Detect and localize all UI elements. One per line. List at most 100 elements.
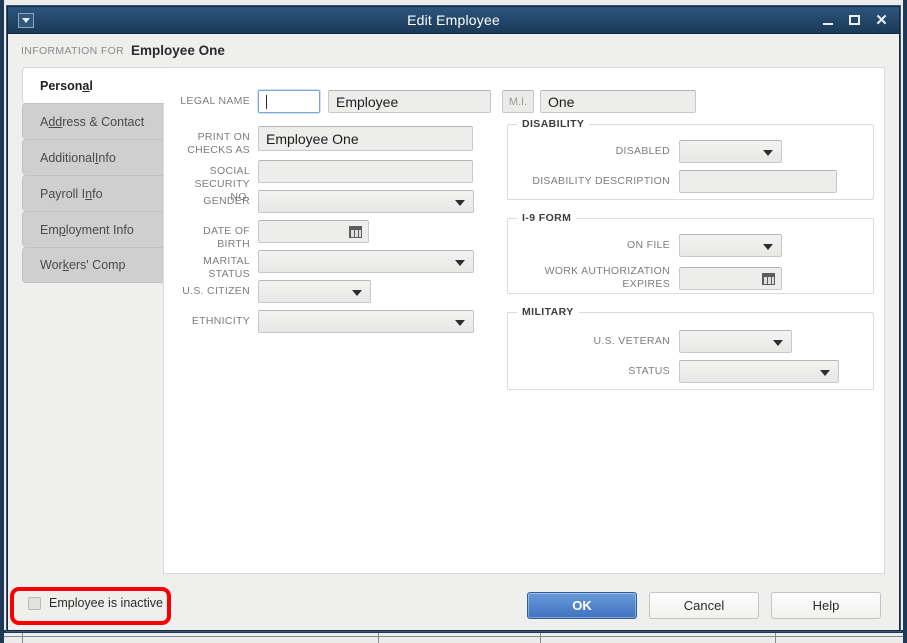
cancel-button[interactable]: Cancel: [649, 592, 759, 619]
military-group: MILITARY U.S. VETERAN STATUS: [507, 306, 874, 390]
tab-accel: a: [82, 78, 90, 93]
first-name-input[interactable]: [258, 90, 320, 113]
disability-description-row: DISABILITY DESCRIPTION: [508, 170, 837, 193]
disability-legend: DISABILITY: [517, 118, 590, 130]
tab-label: A: [40, 114, 49, 129]
window-controls: ✕: [820, 12, 889, 28]
legal-name-row: LEGAL NAME Employee M.I. One: [172, 90, 696, 113]
us-veteran-row: U.S. VETERAN: [508, 330, 792, 353]
us-veteran-select[interactable]: [679, 330, 792, 353]
tab-address-and-contact[interactable]: Add ress & Contact: [22, 103, 167, 139]
tab-rail: Person a l Add ress & Contact Additional In…: [22, 67, 168, 283]
employee-is-inactive-checkbox[interactable]: Employee is inactive: [28, 596, 163, 610]
last-name-input[interactable]: One: [540, 90, 696, 113]
gender-select[interactable]: [258, 190, 474, 213]
employee-name: Employee One: [131, 43, 225, 58]
us-citizen-select[interactable]: [258, 280, 371, 303]
tab-accel: n: [85, 186, 93, 201]
tab-additional-info[interactable]: Additional Info: [22, 139, 167, 175]
tab-label: Person: [40, 78, 83, 93]
tab-label-tail: fo: [92, 186, 103, 201]
chevron-down-icon: [455, 319, 465, 326]
disabled-select[interactable]: [679, 140, 782, 163]
work-authorization-expires-label: WORK AUTHORIZATION EXPIRES: [544, 265, 670, 290]
tab-label: Em: [40, 222, 59, 237]
chevron-down-icon: [820, 369, 830, 376]
chevron-down-icon: [763, 243, 773, 250]
tab-accel: p: [58, 222, 66, 237]
disabled-row: DISABLED: [508, 140, 782, 163]
ethnicity-select[interactable]: [258, 310, 474, 333]
ssn-input[interactable]: [258, 160, 473, 183]
marital-status-select[interactable]: [258, 250, 474, 273]
gender-row: GENDER: [172, 190, 474, 213]
print-on-checks-row: PRINT ON CHECKS AS Employee One: [172, 126, 473, 157]
background-cell-divider: [22, 633, 23, 643]
chevron-down-icon: [22, 17, 30, 23]
middle-initial-label: M.I.: [502, 90, 534, 113]
disability-group: DISABILITY DISABLED DISABILITY DESCRIPTI…: [507, 118, 874, 200]
print-on-checks-input[interactable]: Employee One: [258, 126, 473, 151]
background-cell-divider: [540, 633, 541, 643]
i9-form-legend: I-9 FORM: [517, 212, 577, 224]
disabled-label: DISABLED: [615, 145, 670, 157]
i9-form-group: I-9 FORM ON FILE WORK AUTHORIZATION EXPI…: [507, 212, 874, 294]
tab-accel: dd: [48, 114, 63, 129]
work-authorization-expires-row: WORK AUTHORIZATION EXPIRES: [508, 260, 782, 291]
us-veteran-label: U.S. VETERAN: [593, 335, 670, 347]
i9-on-file-label: ON FILE: [627, 239, 670, 251]
window-title: Edit Employee: [407, 12, 500, 28]
tab-label-tail: ress & Contact: [62, 114, 145, 129]
chevron-down-icon: [773, 339, 783, 346]
legal-name-label: LEGAL NAME: [180, 95, 250, 107]
minimize-icon[interactable]: [820, 12, 835, 28]
information-for-bar: INFORMATION FOR Employee One: [8, 34, 899, 67]
tab-label-tail: ers' Comp: [68, 258, 126, 272]
dialog-buttons: OK Cancel Help: [527, 592, 881, 619]
background-cell-divider: [775, 633, 776, 643]
tab-label-tail: nfo: [98, 150, 116, 165]
date-of-birth-input[interactable]: [258, 220, 369, 243]
i9-on-file-select[interactable]: [679, 234, 782, 257]
middle-name-input[interactable]: Employee: [328, 90, 491, 113]
dialog-body: Person a l Add ress & Contact Additional In…: [8, 67, 899, 583]
military-status-select[interactable]: [679, 360, 839, 383]
tab-personal[interactable]: Person a l: [22, 67, 168, 103]
checkbox-box[interactable]: [28, 596, 41, 610]
background-window-strip: [0, 633, 907, 643]
ethnicity-row: ETHNICITY: [172, 310, 474, 333]
us-citizen-row: U.S. CITIZEN: [172, 280, 371, 303]
maximize-icon[interactable]: [847, 12, 862, 28]
tab-workers-comp[interactable]: Wor k ers' Comp: [22, 247, 167, 283]
background-cell-divider: [378, 633, 379, 643]
background-right-edge: [903, 0, 907, 643]
tab-label-tail: l: [89, 78, 93, 93]
disability-description-input[interactable]: [679, 170, 837, 193]
help-button[interactable]: Help: [771, 592, 881, 619]
chevron-down-icon: [455, 259, 465, 266]
employee-is-inactive-label: Employee is inactive: [49, 596, 163, 610]
close-icon[interactable]: ✕: [874, 12, 889, 28]
ok-button[interactable]: OK: [527, 592, 637, 619]
military-status-label: STATUS: [628, 365, 670, 377]
text-caret: [266, 94, 267, 109]
ethnicity-label: ETHNICITY: [191, 315, 250, 327]
date-of-birth-row: DATE OF BIRTH: [172, 220, 369, 251]
tab-employment-info[interactable]: Em p loyment Info: [22, 211, 167, 247]
tab-label: Additional: [40, 150, 95, 165]
window-menu-icon[interactable]: [18, 12, 34, 28]
information-for-label: INFORMATION FOR: [21, 44, 125, 57]
calendar-icon[interactable]: [349, 225, 362, 238]
marital-status-row: MARITAL STATUS: [172, 250, 474, 281]
dialog-footer: Employee is inactive OK Cancel Help: [8, 583, 899, 630]
calendar-icon[interactable]: [762, 272, 775, 285]
tab-payroll-info[interactable]: Payroll In fo: [22, 175, 167, 211]
military-status-row: STATUS: [508, 360, 839, 383]
date-of-birth-label: DATE OF BIRTH: [203, 225, 250, 250]
tab-label: Wor: [40, 258, 63, 272]
work-authorization-expires-input[interactable]: [679, 267, 782, 290]
disability-description-label: DISABILITY DESCRIPTION: [532, 175, 670, 187]
tab-label-tail: loyment Info: [65, 222, 134, 237]
i9-on-file-row: ON FILE: [508, 234, 782, 257]
personal-tab-panel: LEGAL NAME Employee M.I. One PRINT ON CH…: [163, 67, 885, 574]
